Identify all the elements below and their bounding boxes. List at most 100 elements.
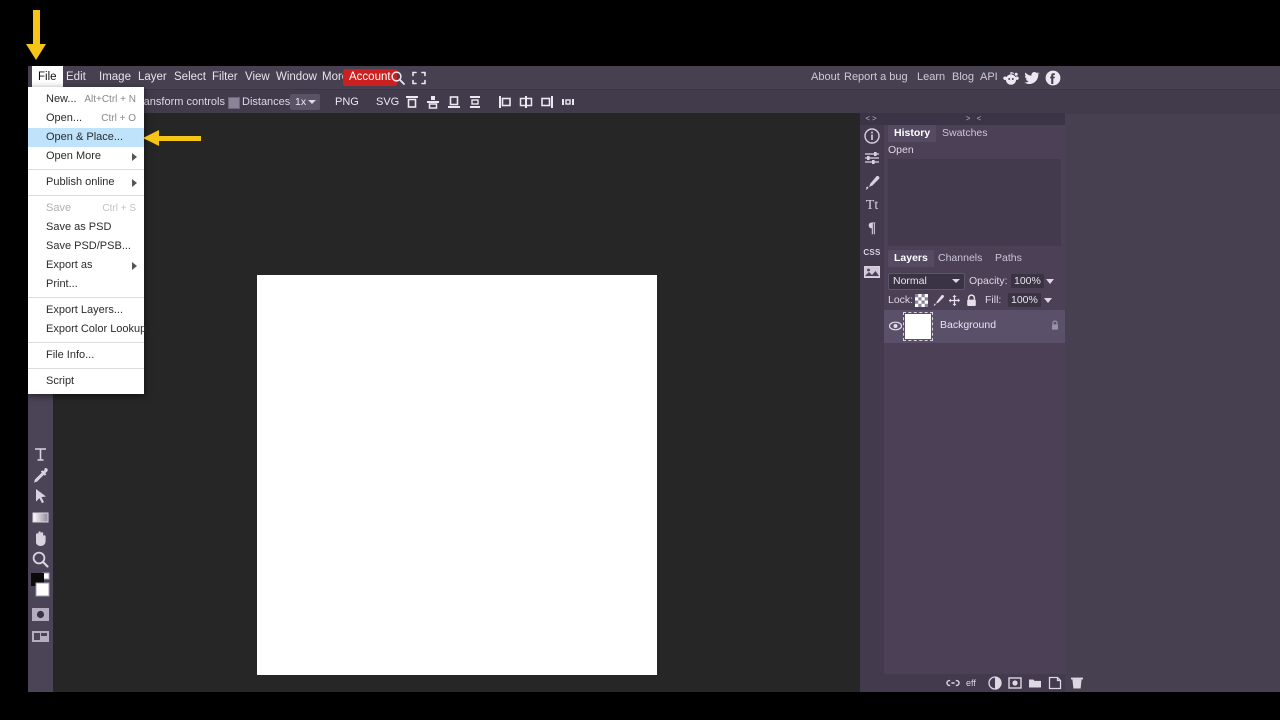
table-row[interactable]: Background	[884, 310, 1065, 343]
layer-name[interactable]: Background	[940, 319, 996, 331]
link-learn[interactable]: Learn	[917, 66, 945, 89]
menu-item-export-layers[interactable]: Export Layers...	[28, 301, 144, 320]
lock-transparency-icon[interactable]	[915, 294, 928, 307]
blend-mode-select[interactable]: Normal	[888, 273, 965, 290]
arrow-pointing-to-open-and-place	[158, 136, 201, 141]
tab-layers[interactable]: Layers	[888, 250, 934, 267]
menu-item-script[interactable]: Script	[28, 372, 144, 391]
info-icon[interactable]	[863, 127, 881, 145]
opacity-value[interactable]: 100%	[1011, 274, 1044, 288]
export-svg-button[interactable]: SVG	[361, 93, 399, 111]
link-report-a-bug[interactable]: Report a bug	[844, 66, 908, 89]
fill-dropdown-caret[interactable]	[1044, 298, 1052, 303]
tab-channels[interactable]: Channels	[932, 250, 988, 267]
submenu-arrow-icon	[132, 179, 137, 187]
align-left-icon[interactable]	[498, 95, 512, 109]
screen-mode-icon[interactable]	[30, 626, 51, 647]
tab-history[interactable]: History	[888, 125, 936, 142]
dock-collapse-button[interactable]: <>	[860, 113, 884, 125]
opacity-dropdown-caret[interactable]	[1046, 279, 1054, 284]
menu-item-label: Publish online	[46, 176, 115, 188]
menu-item-save-as-psd[interactable]: Save as PSD	[28, 218, 144, 237]
image-icon[interactable]	[863, 263, 881, 281]
fill-value[interactable]: 100%	[1008, 293, 1041, 307]
align-bottom-icon[interactable]	[447, 95, 461, 109]
menu-item-export-as[interactable]: Export as	[28, 256, 144, 275]
link-blog[interactable]: Blog	[952, 66, 974, 89]
history-list-body[interactable]	[888, 159, 1061, 246]
layer-effects-icon[interactable]: eff	[966, 676, 984, 690]
menu-file[interactable]: File	[32, 66, 63, 89]
menu-item-open[interactable]: Open...Ctrl + O	[28, 109, 144, 128]
link-layers-icon[interactable]	[946, 676, 960, 690]
css-icon[interactable]: CSS	[863, 244, 881, 262]
layer-mask-icon[interactable]	[1008, 676, 1022, 690]
layer-thumbnail[interactable]	[905, 314, 931, 339]
distribute-horizontal-icon[interactable]	[561, 95, 575, 109]
adjustment-layer-icon[interactable]	[988, 676, 1002, 690]
gradient-tool-icon[interactable]	[30, 507, 51, 528]
menu-item-publish-online[interactable]: Publish online	[28, 173, 144, 192]
facebook-icon[interactable]	[1045, 70, 1061, 86]
menu-item-label: File Info...	[46, 349, 94, 361]
menu-window[interactable]: Window	[270, 66, 323, 89]
export-png-button[interactable]: PNG	[320, 93, 359, 111]
account-button[interactable]: Account	[343, 69, 397, 86]
menu-item-save-psd-psb[interactable]: Save PSD/PSB...	[28, 237, 144, 256]
layer-visibility-icon[interactable]	[889, 320, 902, 332]
menu-item-file-info[interactable]: File Info...	[28, 346, 144, 365]
reddit-icon[interactable]	[1003, 70, 1019, 86]
tab-swatches[interactable]: Swatches	[936, 125, 994, 142]
type-tool-icon[interactable]	[30, 444, 51, 465]
tab-paths[interactable]: Paths	[989, 250, 1028, 267]
distribute-vertical-icon[interactable]	[468, 95, 482, 109]
twitter-icon[interactable]	[1024, 70, 1040, 86]
search-icon[interactable]	[390, 70, 406, 86]
canvas-workspace[interactable]	[53, 113, 860, 692]
menu-filter[interactable]: Filter	[206, 66, 244, 89]
adjustments-icon[interactable]	[863, 149, 881, 167]
new-layer-icon[interactable]	[1048, 676, 1062, 690]
foreground-background-color-icon[interactable]	[30, 571, 51, 599]
menu-item-shortcut: Ctrl + S	[102, 199, 136, 218]
menu-edit[interactable]: Edit	[60, 66, 92, 89]
brush-icon[interactable]	[863, 174, 881, 192]
zoom-tool-icon[interactable]	[30, 549, 51, 570]
lock-position-icon[interactable]	[948, 294, 961, 307]
document-canvas[interactable]	[257, 275, 657, 675]
lock-pixels-icon[interactable]	[932, 294, 945, 307]
hand-tool-icon[interactable]	[30, 528, 51, 549]
fullscreen-icon[interactable]	[411, 70, 427, 86]
new-group-icon[interactable]	[1028, 676, 1042, 690]
file-menu-dropdown[interactable]: New...Alt+Ctrl + NOpen...Ctrl + OOpen & …	[28, 87, 144, 394]
menu-image[interactable]: Image	[93, 66, 137, 89]
distances-label[interactable]: Distances	[242, 90, 290, 114]
lock-all-icon[interactable]	[965, 294, 978, 307]
quick-mask-icon[interactable]	[30, 604, 51, 625]
history-entry-open[interactable]: Open	[888, 143, 914, 157]
paragraph-icon[interactable]: ¶	[863, 219, 881, 237]
eyedropper-tool-icon[interactable]	[30, 465, 51, 486]
menu-item-label: Open...	[46, 112, 82, 124]
zoom-level-select[interactable]: 1x	[290, 94, 320, 110]
menu-layer[interactable]: Layer	[132, 66, 173, 89]
path-select-tool-icon[interactable]	[30, 486, 51, 507]
character-icon[interactable]: Tt	[863, 197, 881, 215]
history-panel-collapse[interactable]: > <	[884, 113, 1065, 125]
menu-item-print[interactable]: Print...	[28, 275, 144, 294]
link-api[interactable]: API	[980, 66, 998, 89]
align-vertical-center-icon[interactable]	[426, 95, 440, 109]
menu-item-open-more[interactable]: Open More	[28, 147, 144, 166]
menu-bar: File Edit Image Layer Select Filter View…	[28, 66, 1280, 89]
align-top-icon[interactable]	[405, 95, 419, 109]
delete-layer-icon[interactable]	[1070, 676, 1084, 690]
history-panel-tabs: History Swatches	[884, 125, 1065, 142]
menu-item-open-place[interactable]: Open & Place...	[28, 128, 144, 147]
distances-checkbox[interactable]	[228, 97, 240, 109]
align-right-icon[interactable]	[540, 95, 554, 109]
menu-item-export-color-lookup[interactable]: Export Color Lookup...	[28, 320, 144, 339]
link-about[interactable]: About	[811, 66, 840, 89]
align-horizontal-center-icon[interactable]	[519, 95, 533, 109]
layers-panel-tabs: Layers Channels Paths	[884, 250, 1065, 267]
menu-item-new[interactable]: New...Alt+Ctrl + N	[28, 90, 144, 109]
